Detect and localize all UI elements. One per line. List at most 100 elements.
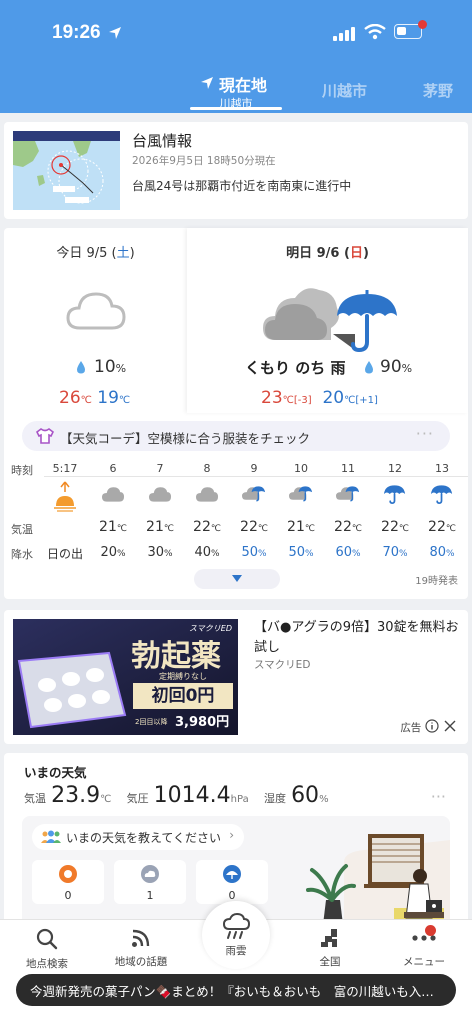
ad-subline: 定期縛りなし (159, 672, 207, 681)
hourly-column: 11 22℃ 60% (325, 458, 371, 568)
ad-card[interactable]: スマクリED 勃起薬 定期縛りなし 初回0円 2回目以降 3,980円 【バ●ア… (4, 610, 468, 744)
hourly-column: 7 21℃ 30% (137, 458, 183, 568)
report-cloudy[interactable]: 1 (114, 860, 186, 904)
ad-title[interactable]: 【バ●アグラの9倍】30錠を無料お試し (254, 618, 459, 658)
today-temps: 26℃ 19℃ (59, 388, 131, 408)
nav-local-topics-label: 地域の話題 (114, 956, 168, 968)
tomorrow-date-label: 明日 9/6 (日) (286, 246, 369, 261)
raindrop-icon (77, 361, 85, 374)
weather-coordinate-banner[interactable]: 【天気コーデ】空模様に合う服装をチェック ··· (22, 421, 450, 451)
nav-menu[interactable]: メニュー (382, 928, 466, 969)
nav-national-label: 全国 (319, 956, 341, 968)
hourly-temp: 22℃ (334, 519, 362, 535)
hourly-rain: 40% (194, 545, 220, 560)
chevron-down-icon (232, 575, 242, 582)
ad-headline: 勃起薬 (131, 639, 221, 674)
hourly-column: 9 22℃ 50% (231, 458, 277, 568)
hourly-hour: 13 (435, 462, 449, 475)
announce-time: 19時発表 (415, 576, 458, 587)
weather-report-button[interactable]: いまの天気を教えてください › (32, 824, 244, 850)
cloud-rain-icon (289, 486, 313, 502)
notification-badge (425, 925, 436, 936)
tab-chino[interactable]: 茅野 (423, 80, 453, 101)
close-icon[interactable] (444, 720, 456, 732)
wifi-icon (364, 24, 386, 40)
info-icon[interactable] (425, 719, 439, 733)
hourly-hour: 6 (109, 462, 117, 475)
search-icon (36, 928, 58, 950)
news-ticker-text: 今週新発売の菓子パン🍫まとめ！『おいも＆おいも 富の川越いも入… (30, 984, 434, 999)
hourly-temp: 21℃ (99, 519, 127, 535)
news-ticker[interactable]: 今週新発売の菓子パン🍫まとめ！『おいも＆おいも 富の川越いも入… (16, 974, 456, 1006)
ad-image[interactable]: スマクリED 勃起薬 定期縛りなし 初回0円 2回目以降 3,980円 (13, 619, 238, 735)
current-pressure: 1014.4 (153, 783, 231, 808)
cloud-icon (195, 487, 219, 502)
ad-label[interactable]: 広告 (400, 719, 456, 735)
rain-icon (223, 865, 241, 883)
hourly-column: 12 22℃ 70% (372, 458, 418, 568)
typhoon-date: 2026年9月5日 18時50分現在 (132, 155, 276, 167)
nav-location-search[interactable]: 地点検索 (5, 928, 89, 971)
nav-national[interactable]: 全国 (288, 928, 372, 969)
nav-local-topics[interactable]: 地域の話題 (99, 928, 183, 969)
nav-menu-label: メニュー (403, 956, 445, 968)
hourly-column: 13 22℃ 80% (419, 458, 465, 568)
status-time: 19:26 (52, 22, 101, 43)
cloud-icon (66, 292, 126, 330)
expand-hourly-button[interactable] (194, 569, 280, 589)
tab-underline (190, 107, 282, 110)
hourly-temp: 22℃ (193, 519, 221, 535)
hourly-label-rain: 降水 (11, 548, 33, 561)
tab-kawagoe[interactable]: 川越市 (322, 80, 367, 101)
tab-current-location[interactable]: 現在地 川越市 (190, 72, 282, 111)
tomorrow-temps: 23℃[-3] 20℃[+1] (261, 388, 378, 408)
ad-price: 3,980円 (175, 715, 230, 730)
hourly-hour: 10 (294, 462, 308, 475)
forecast-card: 今日 9/5 (土) 10% 26℃ 19℃ 明日 9/6 (日) くもり のち… (4, 228, 468, 599)
cloud-icon (148, 487, 172, 502)
location-arrow-icon (201, 77, 213, 89)
sunrise-time: 5:17 (52, 462, 78, 475)
ad-sponsor: スマクリED (254, 659, 311, 671)
report-sunny[interactable]: 0 (32, 860, 104, 904)
hourly-sunrise: 5:17 日の出 (42, 458, 88, 568)
hourly-rain: 30% (147, 545, 173, 560)
nav-rain-radar-label: 雨雲 (225, 945, 247, 957)
today-date-label: 今日 9/5 (土) (56, 246, 135, 261)
hourly-rain: 50% (288, 545, 314, 560)
sunrise-label: 日の出 (46, 547, 83, 561)
report-sunny-count: 0 (64, 889, 72, 902)
nav-rain-radar[interactable]: 雨雲 (202, 901, 270, 969)
hourly-temp: 22℃ (381, 519, 409, 535)
typhoon-map-image (13, 131, 120, 204)
tomorrow-forecast[interactable]: 明日 9/6 (日) くもり のち 雨 90% 23℃[-3] 20℃[+1] (187, 228, 468, 413)
hourly-rain: 50% (241, 545, 267, 560)
pressure-label: 気圧 (126, 792, 149, 805)
hourly-column: 10 21℃ 50% (278, 458, 324, 568)
today-forecast[interactable]: 今日 9/5 (土) 10% 26℃ 19℃ (4, 228, 187, 413)
cloud-icon (101, 487, 125, 502)
typhoon-title: 台風情報 (132, 132, 193, 150)
typhoon-card[interactable]: 台風情報 2026年9月5日 18時50分現在 台風24号は那覇市付近を南南東に… (4, 122, 468, 219)
hourly-temp: 22℃ (240, 519, 268, 535)
hourly-hour: 9 (250, 462, 258, 475)
more-icon[interactable]: ··· (416, 424, 434, 443)
report-rainy[interactable]: 0 (196, 860, 268, 904)
current-humidity: 60 (291, 783, 320, 808)
typhoon-map (13, 131, 120, 210)
hourly-label-time: 時刻 (11, 464, 33, 477)
report-cloudy-count: 1 (146, 889, 154, 902)
tomorrow-weather-text: くもり のち 雨 (245, 359, 346, 377)
nav-location-search-label: 地点検索 (26, 958, 68, 970)
today-rain: 10% (94, 357, 127, 377)
report-rainy-count: 0 (228, 889, 236, 902)
ad-offer-note: 2回目以降 (135, 718, 168, 726)
location-tabs: 現在地 川越市 川越市 茅野 (0, 70, 472, 113)
shirt-icon (36, 428, 54, 444)
more-icon[interactable]: ··· (431, 787, 446, 806)
person-at-window-illustration (306, 834, 450, 933)
umbrella-icon (430, 485, 453, 504)
raindrop-icon (365, 361, 373, 374)
sunrise-icon (54, 481, 76, 512)
rain-cloud-icon (222, 913, 250, 939)
